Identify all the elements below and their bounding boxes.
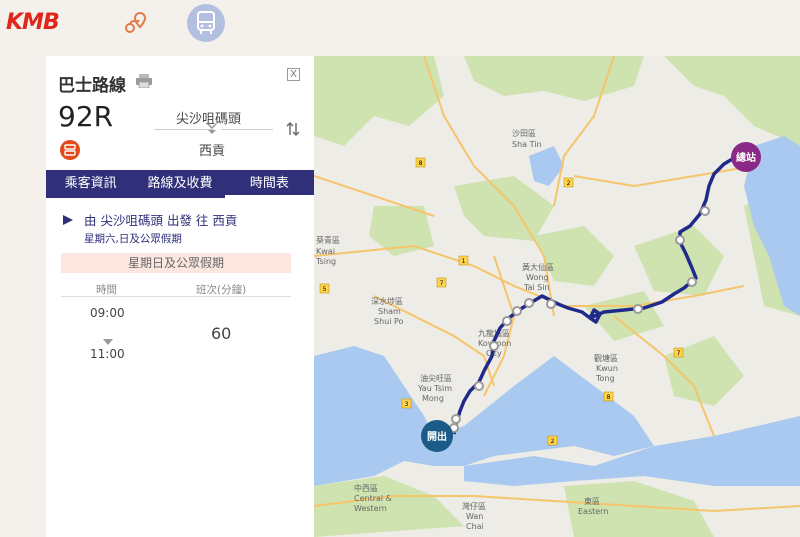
route-marker-2b: 2 — [551, 438, 555, 445]
cw-label: 中西區 — [354, 483, 378, 493]
route-planner-icon[interactable] — [117, 4, 155, 42]
cw-en2-label: Western — [354, 504, 387, 513]
cw-en1-label: Central & — [354, 494, 392, 503]
bus-route-icon[interactable] — [187, 4, 225, 42]
east-en-label: Eastern — [578, 507, 608, 516]
ssp-en1-label: Sham — [378, 307, 401, 316]
route-marker-8: 8 — [419, 160, 423, 167]
panel-tabs: 乘客資訊 路線及收費 時間表 — [46, 170, 314, 198]
header-divider — [61, 296, 291, 297]
route-marker-8b: 8 — [607, 394, 611, 401]
kt-en2-label: Tong — [595, 374, 615, 383]
kmb-logo[interactable]: KMB — [6, 10, 60, 35]
route-number: 92R — [58, 100, 114, 133]
wc-en1-label: Wan — [466, 512, 483, 521]
divider-left — [154, 129, 214, 130]
kt-en1-label: Kwun — [596, 364, 618, 373]
ytm-label: 油尖旺區 — [420, 373, 452, 383]
service-days: 星期六,日及公眾假期 — [84, 233, 182, 245]
ytm-en1-label: Yau Tsim — [417, 384, 452, 393]
destination-stop: 西貢 — [199, 144, 226, 159]
terminus-label: 總站 — [736, 151, 756, 164]
ssp-label: 深水埗區 — [371, 296, 403, 306]
shatin-en-label: Sha Tin — [512, 140, 542, 149]
tab-passenger-info[interactable]: 乘客資訊 — [46, 170, 135, 198]
direction-text: 由 尖沙咀碼頭 出發 往 西貢 — [84, 213, 238, 228]
play-triangle-icon — [62, 211, 74, 230]
tab-route-fare[interactable]: 路線及收費 — [135, 170, 224, 198]
time-end: 11:00 — [90, 347, 125, 361]
route-marker-3: 3 — [405, 401, 409, 408]
wts-en2-label: Tai Sin — [523, 283, 550, 292]
route-marker-5: 5 — [323, 286, 327, 293]
reverse-direction-icon[interactable] — [286, 121, 300, 141]
kc-label: 九龍城區 — [478, 328, 510, 338]
terminus-marker[interactable]: 總站 — [731, 142, 761, 172]
frequency-value: 60 — [211, 324, 232, 343]
kwaitsing-en1-label: Kwai — [316, 247, 335, 256]
ssp-en2-label: Shui Po — [374, 317, 404, 326]
ytm-en2-label: Mong — [422, 394, 444, 403]
printer-icon[interactable] — [136, 73, 152, 92]
kwaitsing-label: 葵青區 — [316, 235, 340, 245]
route-marker-7b: 7 — [677, 350, 681, 357]
route-panel: 巴士路線 X 92R 尖沙咀碼頭 西貢 乘客資訊 路線及收費 時間表 由 尖沙咀… — [46, 56, 314, 537]
route-marker-1: 1 — [462, 258, 466, 265]
wts-label: 黃大仙區 — [522, 262, 554, 272]
wc-label: 灣仔區 — [462, 501, 486, 511]
kwaitsing-en2-label: Tsing — [315, 257, 336, 266]
column-header-frequency: 班次(分鐘) — [196, 284, 247, 296]
top-bar: KMB — [0, 0, 800, 46]
kt-label: 觀塘區 — [594, 353, 618, 363]
start-label: 開出 — [427, 430, 447, 443]
close-button[interactable]: X — [287, 68, 300, 81]
wc-en2-label: Chai — [466, 522, 484, 531]
route-marker-7a: 7 — [440, 280, 444, 287]
wts-en1-label: Wong — [526, 273, 548, 282]
divider-right — [221, 129, 273, 130]
direction-arrow-icon — [207, 122, 217, 141]
column-header-time: 時間 — [96, 284, 117, 296]
day-type-header: 星期日及公眾假期 — [61, 253, 291, 273]
shatin-label: 沙田區 — [512, 129, 536, 138]
route-switch-button[interactable] — [60, 140, 80, 160]
start-marker[interactable]: 開出 — [421, 420, 453, 452]
route-map[interactable]: 沙田區 Sha Tin 葵青區 Kwai Tsing 黃大仙區 Wong Tai… — [314, 56, 800, 537]
tab-timetable[interactable]: 時間表 — [224, 170, 314, 198]
route-marker-2a: 2 — [567, 180, 571, 187]
panel-title: 巴士路線 — [58, 76, 126, 96]
time-start: 09:00 — [90, 306, 125, 320]
switch-icon — [64, 144, 76, 156]
east-label: 東區 — [584, 496, 600, 506]
